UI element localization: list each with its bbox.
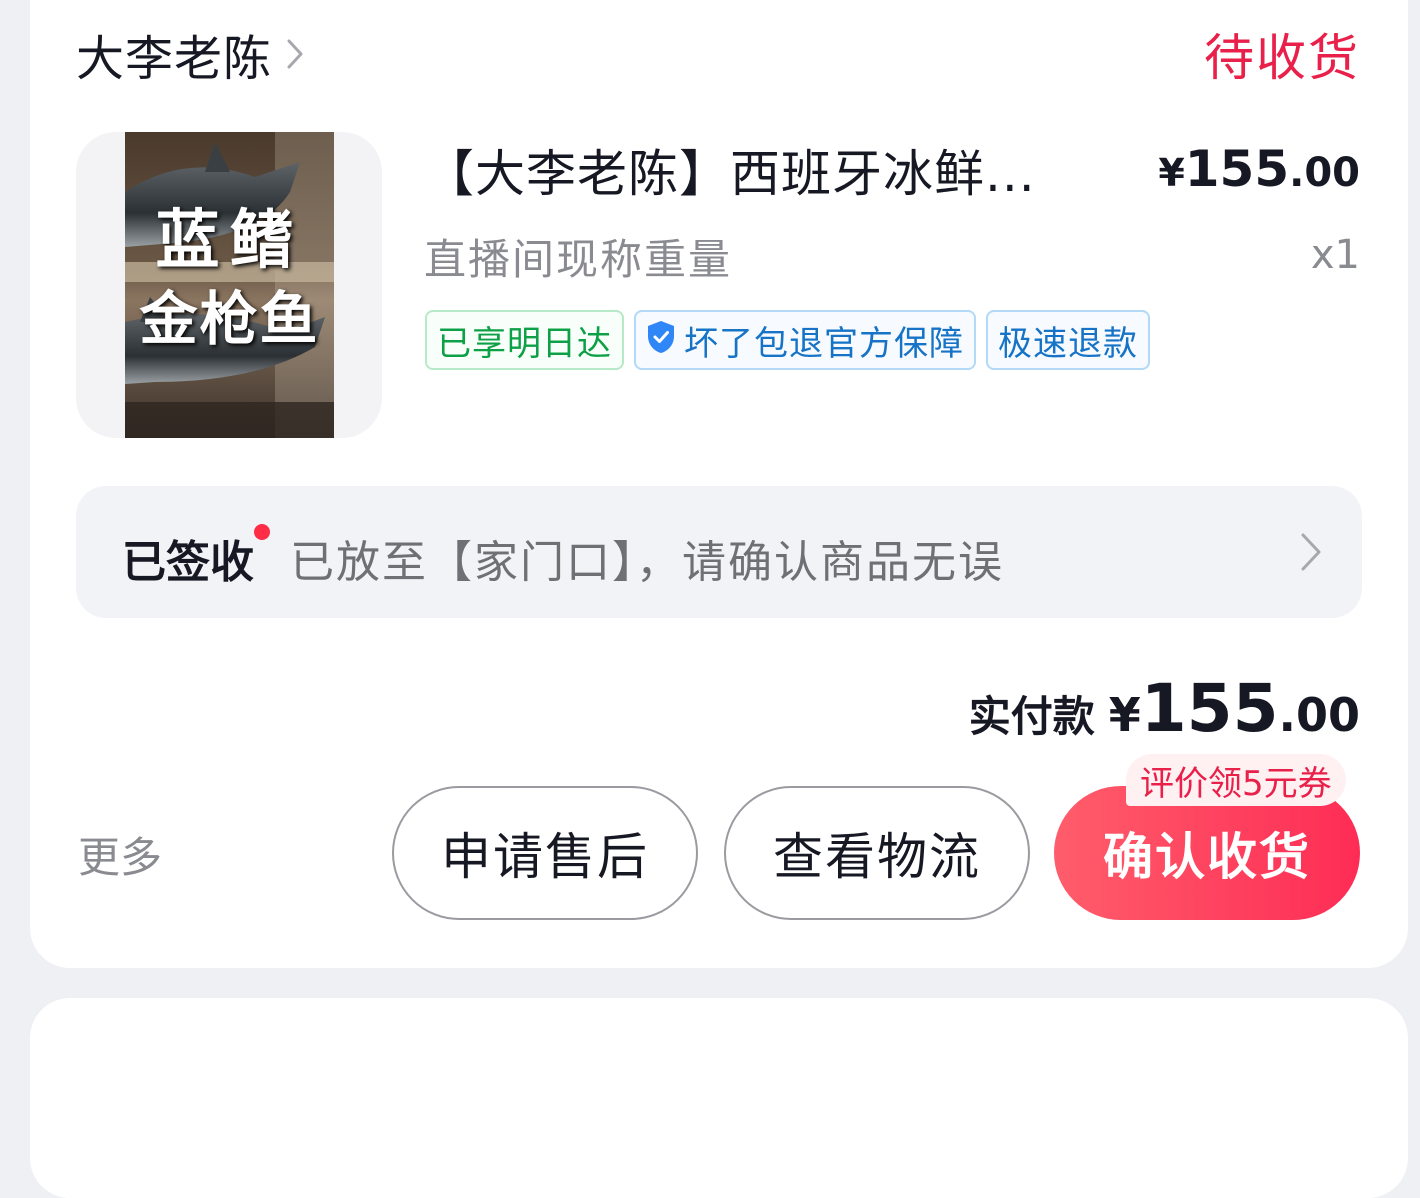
paid-amount: 实付款 ¥ 155 .00 [969, 670, 1360, 747]
product-title[interactable]: 【大李老陈】西班牙冰鲜... [424, 134, 1104, 206]
service-tags: 已享明日达 坏了包退官方保障 极速退款 [425, 310, 1150, 370]
product-spec: 直播间现称重量 [424, 235, 733, 284]
logistics-description: 已放至【家门口】，请确认商品无误 [290, 537, 1004, 588]
thumbnail-line-2: 金枪鱼 [139, 285, 320, 353]
shop-name: 大李老陈 [76, 31, 273, 87]
shield-check-icon [646, 320, 676, 363]
logistics-status-bar[interactable]: 已签收 已放至【家门口】，请确认商品无误 [76, 486, 1362, 618]
tag-label: 已享明日达 [437, 323, 612, 364]
thumbnail-line-1: 蓝鳍 [155, 203, 304, 278]
paid-decimal: .00 [1278, 688, 1361, 742]
tag-fast-refund: 极速退款 [986, 310, 1150, 370]
apply-after-sale-button[interactable]: 申请售后 [392, 786, 698, 920]
paid-symbol: ¥ [1108, 688, 1141, 742]
thumbnail-overlay-text: 蓝鳍 金枪鱼 [125, 202, 334, 358]
chevron-right-icon [1300, 532, 1322, 576]
product-quantity: x1 [1310, 232, 1360, 278]
chevron-right-icon [286, 38, 304, 74]
logistics-state: 已签收 [122, 537, 254, 588]
view-logistics-button[interactable]: 查看物流 [724, 786, 1030, 920]
tag-next-day-delivery: 已享明日达 [425, 310, 624, 370]
more-button[interactable]: 更多 [78, 824, 162, 885]
order-status: 待收货 [1204, 29, 1360, 87]
confirm-receipt-button[interactable]: 确认收货 [1054, 786, 1360, 920]
price-decimal: .00 [1289, 150, 1360, 196]
paid-label: 实付款 [968, 692, 1095, 741]
tag-official-guarantee: 坏了包退官方保障 [634, 310, 976, 370]
price-symbol: ¥ [1158, 151, 1185, 195]
price-integer: 155 [1184, 140, 1290, 198]
tag-label: 极速退款 [998, 323, 1138, 364]
shop-link[interactable]: 大李老陈 [76, 22, 304, 87]
review-coupon-badge: 评价领5元券 [1126, 754, 1346, 806]
next-order-card [30, 998, 1408, 1198]
unread-dot [254, 524, 270, 540]
tag-label: 坏了包退官方保障 [684, 323, 964, 364]
product-price: ¥155.00 [1158, 140, 1360, 198]
product-thumbnail[interactable]: 蓝鳍 金枪鱼 [76, 132, 382, 438]
paid-integer: 155 [1140, 670, 1279, 747]
